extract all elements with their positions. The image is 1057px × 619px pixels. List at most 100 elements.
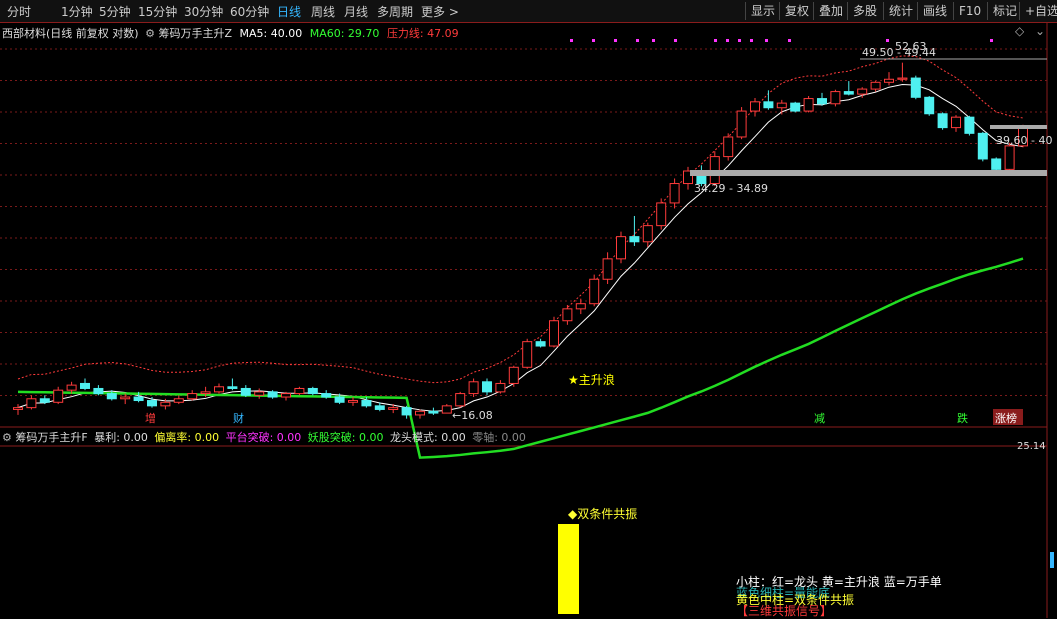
candle: [147, 400, 157, 407]
period-tab-3[interactable]: 15分钟: [138, 3, 177, 20]
indicator-name[interactable]: 筹码万手主升Z: [158, 27, 232, 40]
candle: [535, 341, 546, 347]
candle: [388, 407, 399, 410]
candle: [750, 101, 760, 112]
candle: [1004, 145, 1015, 170]
signal-dot: [674, 39, 677, 42]
period-tab-0[interactable]: 分时: [7, 3, 31, 20]
candle: [321, 393, 332, 398]
signal-dot: [990, 39, 993, 42]
candle: [897, 77, 908, 80]
toolbar-button-3[interactable]: 多股: [847, 2, 877, 20]
stock-title: 西部材料(日线 前复权 对数): [2, 27, 139, 40]
candle: [924, 96, 935, 115]
candle: [602, 258, 613, 280]
signal-dot: [652, 39, 655, 42]
candle: [106, 393, 117, 400]
candle: [53, 389, 64, 403]
candle: [884, 78, 894, 83]
legend-line-3: 【三维共振信号】: [736, 604, 833, 618]
signal-dot: [636, 39, 639, 42]
candle: [562, 308, 573, 322]
candle: [790, 102, 801, 112]
candle: [227, 386, 238, 389]
candle: [361, 400, 372, 407]
toolbar-button-8[interactable]: +自选: [1019, 2, 1057, 20]
candle: [656, 202, 667, 227]
period-tab-9[interactable]: 多周期: [377, 3, 413, 20]
bar-annotation: ◆双条件共振: [568, 507, 638, 521]
signal-dot: [714, 39, 717, 42]
chart-area[interactable]: 34.29 - 34.8939.60 - 4049.50 - 49.4452.6…: [0, 22, 1057, 618]
toolbar-button-7[interactable]: 标记: [987, 2, 1017, 20]
toolbar-button-4[interactable]: 统计: [883, 2, 913, 20]
period-toolbar: 分时 1分钟 5分钟 15分钟 30分钟 60分钟 日线 周线 月线 多周期 更多 > 显示 复权 叠加多…: [0, 0, 1057, 23]
signal-dot: [614, 39, 617, 42]
period-tab-7[interactable]: 周线: [311, 3, 335, 20]
candle: [776, 102, 787, 109]
signal-dot: [726, 39, 729, 42]
event-marker-4: 涨榜: [995, 411, 1017, 425]
candle: [455, 393, 466, 407]
candle: [374, 405, 385, 410]
pressure-line-value: 压力线: 47.09: [386, 27, 459, 40]
sub-indicator-name[interactable]: 筹码万手主升F: [15, 431, 87, 444]
candle: [817, 98, 827, 105]
candle: [642, 225, 653, 243]
pressure-line: [17, 55, 1024, 384]
candle: [26, 398, 37, 409]
resonance-bar: [558, 524, 579, 614]
settings-icon[interactable]: ⚙: [145, 27, 155, 40]
toolbar-button-0[interactable]: 显示: [745, 2, 775, 20]
signal-dot: [765, 39, 768, 42]
candle: [267, 391, 278, 398]
period-tab-6[interactable]: 日线: [277, 3, 301, 20]
candle: [843, 91, 854, 95]
zone-right-label: 39.60 - 40: [996, 134, 1052, 147]
period-tab-2[interactable]: 5分钟: [99, 3, 131, 20]
candle: [254, 391, 265, 396]
candle: [80, 382, 90, 389]
sub-value-2: 平台突破: 0.00: [222, 431, 302, 444]
sub-value-1: 偏离率: 0.00: [150, 431, 220, 444]
candle: [173, 398, 184, 403]
collapse-chevron-icon[interactable]: ⌄: [1035, 24, 1045, 38]
event-marker-0: 增: [145, 411, 156, 425]
candle: [200, 391, 211, 395]
candle: [589, 278, 600, 305]
candle: [937, 113, 948, 129]
candle: [307, 387, 318, 395]
main-chart-header: 西部材料(日线 前复权 对数) ⚙ 筹码万手主升Z MA5: 40.00 MA6…: [2, 25, 459, 41]
candle: [736, 110, 747, 138]
candle: [669, 183, 680, 204]
candle: [348, 400, 358, 403]
candle: [991, 158, 1002, 170]
diamond-icon[interactable]: ◇: [1015, 24, 1024, 38]
sub-value-5: 零轴: 0.00: [468, 431, 526, 444]
sub-chart-header: ⚙ 筹码万手主升F 暴利: 0.00 偏离率: 0.00 平台突破: 0.00 …: [2, 429, 526, 445]
candle: [133, 396, 144, 402]
candle: [13, 407, 23, 410]
candle: [910, 77, 921, 98]
sub-value-3: 妖股突破: 0.00: [304, 431, 384, 444]
toolbar-button-6[interactable]: F10: [953, 2, 981, 20]
signal-dot: [886, 39, 889, 42]
period-tab-1[interactable]: 1分钟: [61, 3, 93, 20]
period-tab-10[interactable]: 更多 >: [421, 3, 459, 20]
candle: [830, 91, 841, 105]
ma5-line: [17, 83, 1024, 412]
period-tab-4[interactable]: 30分钟: [184, 3, 223, 20]
toolbar-button-5[interactable]: 画线: [917, 2, 947, 20]
toolbar-button-2[interactable]: 叠加: [813, 2, 843, 20]
candle: [616, 236, 626, 260]
zone-bar-mid: [690, 170, 1047, 176]
period-tab-8[interactable]: 月线: [344, 3, 368, 20]
toolbar-button-1[interactable]: 复权: [779, 2, 809, 20]
candle: [508, 366, 519, 384]
sub-settings-icon[interactable]: ⚙: [2, 431, 12, 444]
period-tab-5[interactable]: 60分钟: [230, 3, 269, 20]
candle: [629, 236, 640, 243]
candle: [495, 382, 506, 393]
ma5-value: MA5: 40.00: [239, 27, 303, 40]
candle: [870, 81, 881, 90]
